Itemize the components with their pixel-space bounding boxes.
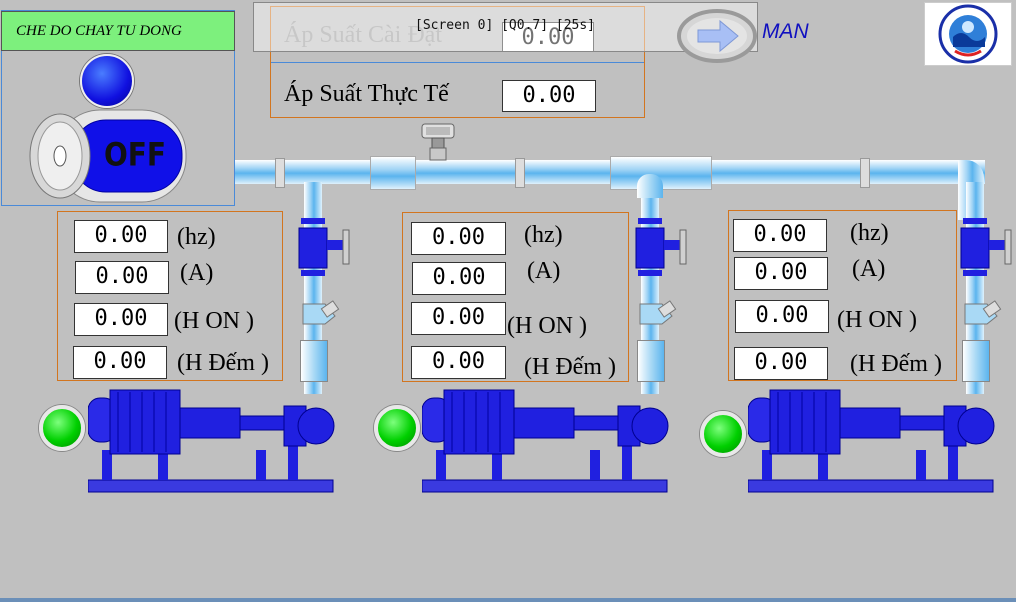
pump-3-amp-field: 0.00 [734, 257, 828, 290]
pump-1-hz-unit: (hz) [177, 224, 216, 250]
pressure-actual-label: Áp Suất Thực Tế [284, 81, 449, 107]
manual-mode-button[interactable] [676, 8, 758, 64]
pump-3-h-on-unit: (H ON ) [837, 307, 917, 333]
pump-3-motor-icon [747, 372, 998, 494]
pump-1-amp-unit: (A) [180, 260, 214, 286]
pump-1-h-count-unit: (H Đếm ) [177, 350, 269, 376]
pump-2-h-on-unit: (H ON ) [507, 313, 587, 339]
pump-1-status-lamp [39, 405, 85, 451]
pump-1-h-on-unit: (H ON ) [174, 308, 254, 334]
main-header-pipe [225, 160, 985, 184]
screen-info-text: [Screen 0] [Q0.7] [25s] [415, 18, 596, 33]
bottom-border [0, 598, 1016, 602]
pump-3-status-lamp [700, 411, 746, 457]
pump-3-h-count-field: 0.00 [734, 347, 828, 380]
pressure-actual-field: 0.00 [502, 80, 596, 112]
pressure-sensor-icon [418, 122, 458, 162]
pump-2-h-on-field: 0.00 [411, 302, 506, 335]
manual-mode-label: MAN [762, 20, 809, 43]
pump-3-hz-unit: (hz) [850, 220, 889, 246]
pump-2-hz-unit: (hz) [524, 222, 563, 248]
pump-2-status-lamp [374, 405, 420, 451]
pressure-divider [271, 62, 644, 63]
company-logo [924, 2, 1012, 66]
pump-1-amp-field: 0.00 [75, 261, 169, 294]
toggle-switch-label: OFF [104, 135, 167, 174]
pump-3-valve-icon [959, 212, 1015, 332]
pipe-joint [860, 158, 870, 188]
pump-1-h-count-field: 0.00 [73, 346, 167, 379]
pump-3-hz-field: 0.00 [733, 219, 827, 252]
pipe-joint [275, 158, 285, 188]
pump-3-h-on-field: 0.00 [735, 300, 829, 333]
pump-2-h-count-unit: (H Đếm ) [524, 354, 616, 380]
pump-2-amp-field: 0.00 [412, 262, 506, 295]
pump-2-h-count-field: 0.00 [411, 346, 506, 379]
pump-2-motor-icon [421, 372, 672, 494]
pipe-joint [515, 158, 525, 188]
pump-1-valve-icon [297, 212, 353, 332]
pump-3-amp-unit: (A) [852, 256, 886, 282]
auto-mode-title: CHE DO CHAY TU DONG [1, 11, 235, 51]
pump-1-motor-icon [87, 372, 338, 494]
pump-2-hz-field: 0.00 [411, 222, 506, 255]
pump-1-hz-field: 0.00 [74, 220, 168, 253]
pump-2-header-tee [637, 174, 663, 198]
pump-2-amp-unit: (A) [527, 258, 561, 284]
auto-mode-toggle-switch[interactable]: OFF [28, 108, 190, 206]
pipe-joint [370, 156, 416, 190]
pump-2-valve-icon [634, 212, 690, 332]
mode-indicator-lamp [80, 54, 134, 108]
pump-3-h-count-unit: (H Đếm ) [850, 351, 942, 377]
pump-1-h-on-field: 0.00 [74, 303, 168, 336]
